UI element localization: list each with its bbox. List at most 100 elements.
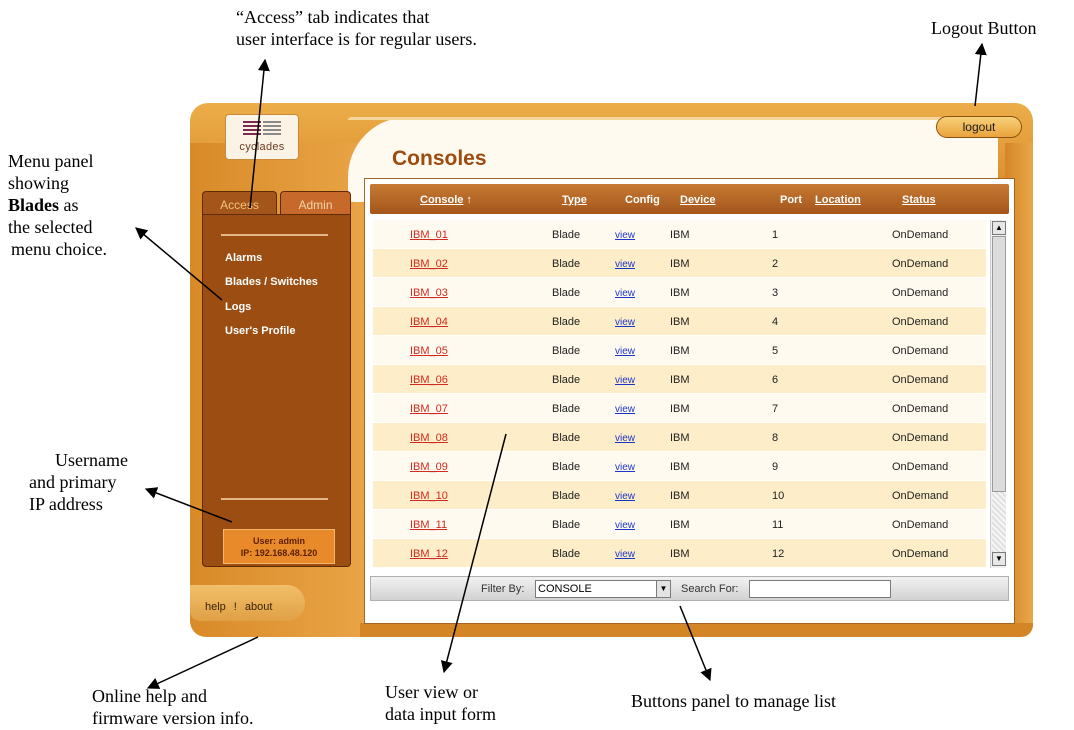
cell-status: OnDemand — [892, 316, 949, 328]
help-about-links: help! about — [205, 601, 276, 613]
cell-device: IBM — [670, 403, 690, 415]
table-row[interactable]: IBM_06 Blade view IBM 6 OnDemand — [373, 365, 986, 393]
cell-config-view-link[interactable]: view — [615, 230, 635, 241]
about-link[interactable]: about — [245, 601, 273, 613]
cell-type: Blade — [552, 316, 581, 328]
cell-type: Blade — [552, 345, 581, 357]
scroll-up-icon[interactable]: ▲ — [992, 221, 1006, 235]
column-header-location[interactable]: Location — [815, 194, 861, 206]
table-row[interactable]: IBM_10 Blade view IBM 10 OnDemand — [373, 481, 986, 509]
cell-console-link[interactable]: IBM_01 — [410, 229, 448, 241]
cell-console-link[interactable]: IBM_09 — [410, 461, 448, 473]
cell-port: 4 — [772, 316, 779, 328]
cell-console-link[interactable]: IBM_10 — [410, 490, 448, 502]
cell-status: OnDemand — [892, 461, 949, 473]
cell-config-view-link[interactable]: view — [615, 404, 635, 415]
cell-device: IBM — [670, 432, 690, 444]
column-header-device[interactable]: Device — [680, 194, 715, 206]
cell-status: OnDemand — [892, 287, 949, 299]
cell-config-view-link[interactable]: view — [615, 433, 635, 444]
logout-button[interactable]: logout — [936, 116, 1022, 138]
arrow-help — [146, 636, 259, 689]
buttons-panel: Filter By: CONSOLE ▼ Search For: — [370, 576, 1009, 601]
column-header-port: Port — [780, 194, 802, 206]
cell-port: 10 — [772, 490, 785, 502]
logo-mark-icon — [243, 121, 281, 139]
table-row[interactable]: IBM_02 Blade view IBM 2 OnDemand — [373, 249, 986, 277]
cell-console-link[interactable]: IBM_12 — [410, 548, 448, 560]
table-row[interactable]: IBM_03 Blade view IBM 3 OnDemand — [373, 278, 986, 306]
annotation-line: User view or — [385, 682, 478, 702]
cell-console-link[interactable]: IBM_02 — [410, 258, 448, 270]
user-info-box: User: admin IP: 192.168.48.120 — [223, 529, 335, 564]
cell-console-link[interactable]: IBM_06 — [410, 374, 448, 386]
annotation-buttons-panel: Buttons panel to manage list — [631, 691, 836, 711]
help-link[interactable]: help — [205, 601, 226, 613]
table-header: Console ↑ Type Config Device Port Locatio… — [370, 184, 1009, 214]
table-row[interactable]: IBM_11 Blade view IBM 11 OnDemand — [373, 510, 986, 538]
annotation-access-tab: “Access” tab indicates that user interfa… — [236, 6, 477, 50]
cell-console-link[interactable]: IBM_05 — [410, 345, 448, 357]
annotation-line: user interface is for regular users. — [236, 29, 477, 49]
column-header-console[interactable]: Console ↑ — [420, 194, 472, 206]
menu-divider — [221, 234, 328, 236]
cell-config-view-link[interactable]: view — [615, 462, 635, 473]
menu-item-alarms[interactable]: Alarms — [225, 252, 262, 264]
column-header-type[interactable]: Type — [562, 194, 587, 206]
table-row[interactable]: IBM_08 Blade view IBM 8 OnDemand — [373, 423, 986, 451]
ip-address-label: IP: 192.168.48.120 — [240, 548, 318, 558]
cell-config-view-link[interactable]: view — [615, 288, 635, 299]
cell-device: IBM — [670, 316, 690, 328]
annotation-line: IP address — [29, 494, 103, 514]
cell-type: Blade — [552, 374, 581, 386]
cell-console-link[interactable]: IBM_03 — [410, 287, 448, 299]
cell-console-link[interactable]: IBM_11 — [410, 519, 447, 531]
column-header-status[interactable]: Status — [902, 194, 936, 206]
table-row[interactable]: IBM_12 Blade view IBM 12 OnDemand — [373, 539, 986, 567]
table-row[interactable]: IBM_07 Blade view IBM 7 OnDemand — [373, 394, 986, 422]
table-row[interactable]: IBM_05 Blade view IBM 5 OnDemand — [373, 336, 986, 364]
cell-status: OnDemand — [892, 345, 949, 357]
page-title: Consoles — [392, 147, 487, 170]
frame-bottom — [360, 623, 1033, 637]
cell-config-view-link[interactable]: view — [615, 491, 635, 502]
chevron-down-icon[interactable]: ▼ — [656, 581, 670, 597]
annotation-help: Online help and firmware version info. — [92, 685, 253, 729]
annotation-line: the selected — [8, 217, 93, 237]
menu-item-logs[interactable]: Logs — [225, 301, 251, 313]
annotation-form: User view or data input form — [385, 681, 496, 725]
annotation-line: and primary — [29, 472, 117, 492]
cell-console-link[interactable]: IBM_04 — [410, 316, 448, 328]
cell-config-view-link[interactable]: view — [615, 317, 635, 328]
cell-type: Blade — [552, 490, 581, 502]
table-row[interactable]: IBM_04 Blade view IBM 4 OnDemand — [373, 307, 986, 335]
scrollbar-thumb[interactable] — [992, 236, 1006, 492]
scroll-down-icon[interactable]: ▼ — [992, 552, 1006, 566]
search-for-label: Search For: — [681, 583, 739, 595]
cell-port: 11 — [772, 519, 784, 531]
cell-device: IBM — [670, 461, 690, 473]
cell-port: 6 — [772, 374, 779, 386]
cell-port: 9 — [772, 461, 779, 473]
table-row[interactable]: IBM_01 Blade view IBM 1 OnDemand — [373, 220, 986, 248]
menu-item-blades-switches[interactable]: Blades / Switches — [225, 276, 318, 288]
filter-by-select[interactable]: CONSOLE ▼ — [535, 580, 671, 598]
cell-config-view-link[interactable]: view — [615, 375, 635, 386]
annotation-line: firmware version info. — [92, 708, 254, 728]
annotation-line: menu choice. — [11, 239, 107, 259]
cell-status: OnDemand — [892, 548, 949, 560]
cell-config-view-link[interactable]: view — [615, 520, 635, 531]
vertical-scrollbar[interactable]: ▲ ▼ — [990, 220, 1006, 568]
menu-item-users-profile[interactable]: User's Profile — [225, 325, 295, 337]
cell-status: OnDemand — [892, 258, 949, 270]
cell-console-link[interactable]: IBM_07 — [410, 403, 448, 415]
cell-config-view-link[interactable]: view — [615, 549, 635, 560]
scrollbar-track[interactable] — [992, 492, 1006, 552]
cell-console-link[interactable]: IBM_08 — [410, 432, 448, 444]
annotation-logout: Logout Button — [931, 18, 1037, 38]
search-input[interactable] — [749, 580, 891, 598]
cell-config-view-link[interactable]: view — [615, 346, 635, 357]
cell-config-view-link[interactable]: view — [615, 259, 635, 270]
table-row[interactable]: IBM_09 Blade view IBM 9 OnDemand — [373, 452, 986, 480]
cell-type: Blade — [552, 229, 581, 241]
